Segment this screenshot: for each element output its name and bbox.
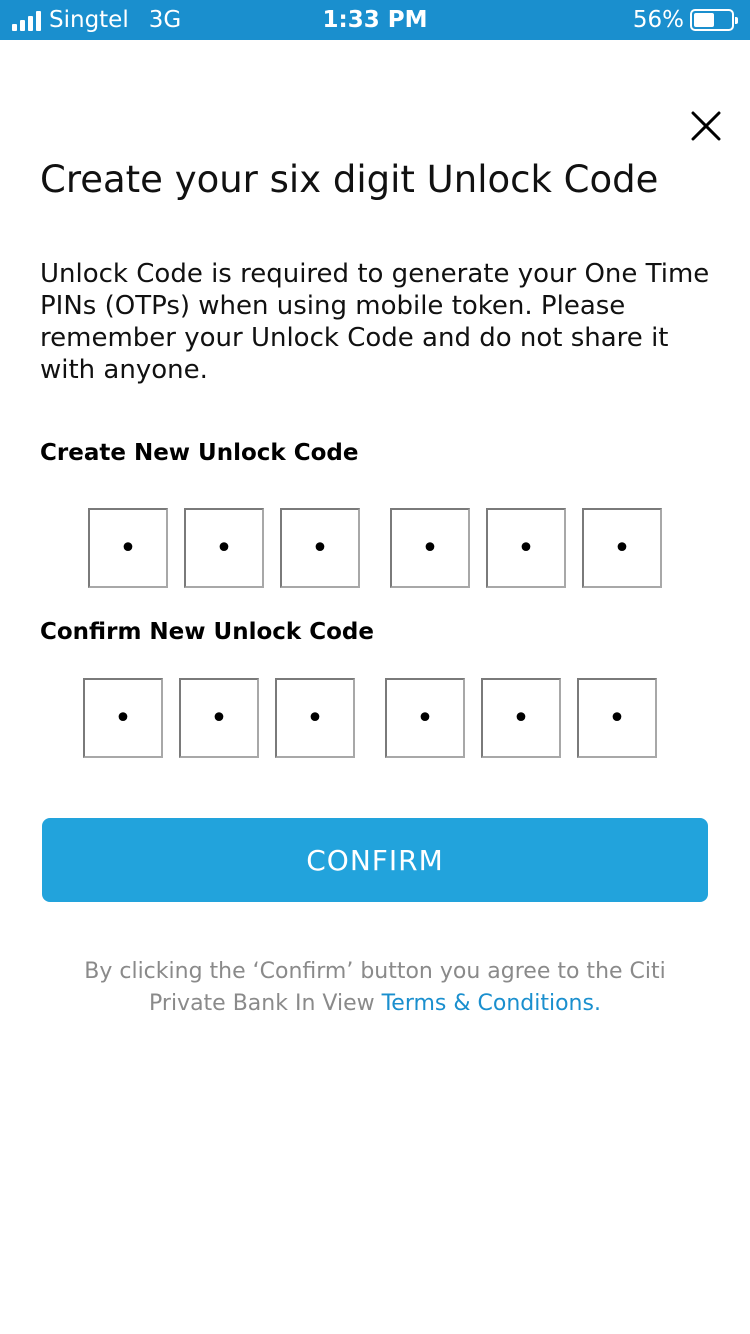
close-icon	[691, 111, 721, 141]
disclaimer-line-2-prefix: Private Bank In View	[149, 991, 382, 1016]
create-digit-4[interactable]: •	[390, 508, 470, 588]
status-right: 56%	[632, 0, 738, 40]
battery-icon	[690, 9, 738, 31]
create-digit-1[interactable]: •	[88, 508, 168, 588]
confirm-digit-3[interactable]: •	[275, 678, 355, 758]
confirm-code-label: Confirm New Unlock Code	[40, 619, 374, 645]
confirm-digit-1[interactable]: •	[83, 678, 163, 758]
status-bar: Singtel 3G 1:33 PM 56%	[0, 0, 750, 40]
terms-conditions-link[interactable]: Terms & Conditions.	[382, 991, 601, 1016]
create-code-input-group[interactable]: • • • • • •	[88, 508, 662, 588]
confirm-digit-4[interactable]: •	[385, 678, 465, 758]
confirm-button[interactable]: CONFIRM	[42, 818, 708, 902]
terms-disclaimer: By clicking the ‘Confirm’ button you agr…	[40, 956, 710, 1020]
disclaimer-line-1: By clicking the ‘Confirm’ button you agr…	[84, 959, 666, 984]
confirm-digit-5[interactable]: •	[481, 678, 561, 758]
create-digit-5[interactable]: •	[486, 508, 566, 588]
page-title: Create your six digit Unlock Code	[40, 158, 659, 201]
description-text: Unlock Code is required to generate your…	[40, 259, 710, 385]
create-digit-6[interactable]: •	[582, 508, 662, 588]
confirm-digit-2[interactable]: •	[179, 678, 259, 758]
confirm-digit-6[interactable]: •	[577, 678, 657, 758]
battery-percent: 56%	[632, 7, 684, 33]
create-code-label: Create New Unlock Code	[40, 440, 359, 466]
create-digit-2[interactable]: •	[184, 508, 264, 588]
unlock-code-screen: Singtel 3G 1:33 PM 56% Create your six d…	[0, 0, 750, 1334]
create-digit-3[interactable]: •	[280, 508, 360, 588]
confirm-code-input-group[interactable]: • • • • • •	[83, 678, 657, 758]
disclaimer-line-2: Private Bank In View Terms & Conditions.	[40, 988, 710, 1020]
close-button[interactable]	[684, 104, 728, 148]
battery-fill	[694, 13, 715, 27]
